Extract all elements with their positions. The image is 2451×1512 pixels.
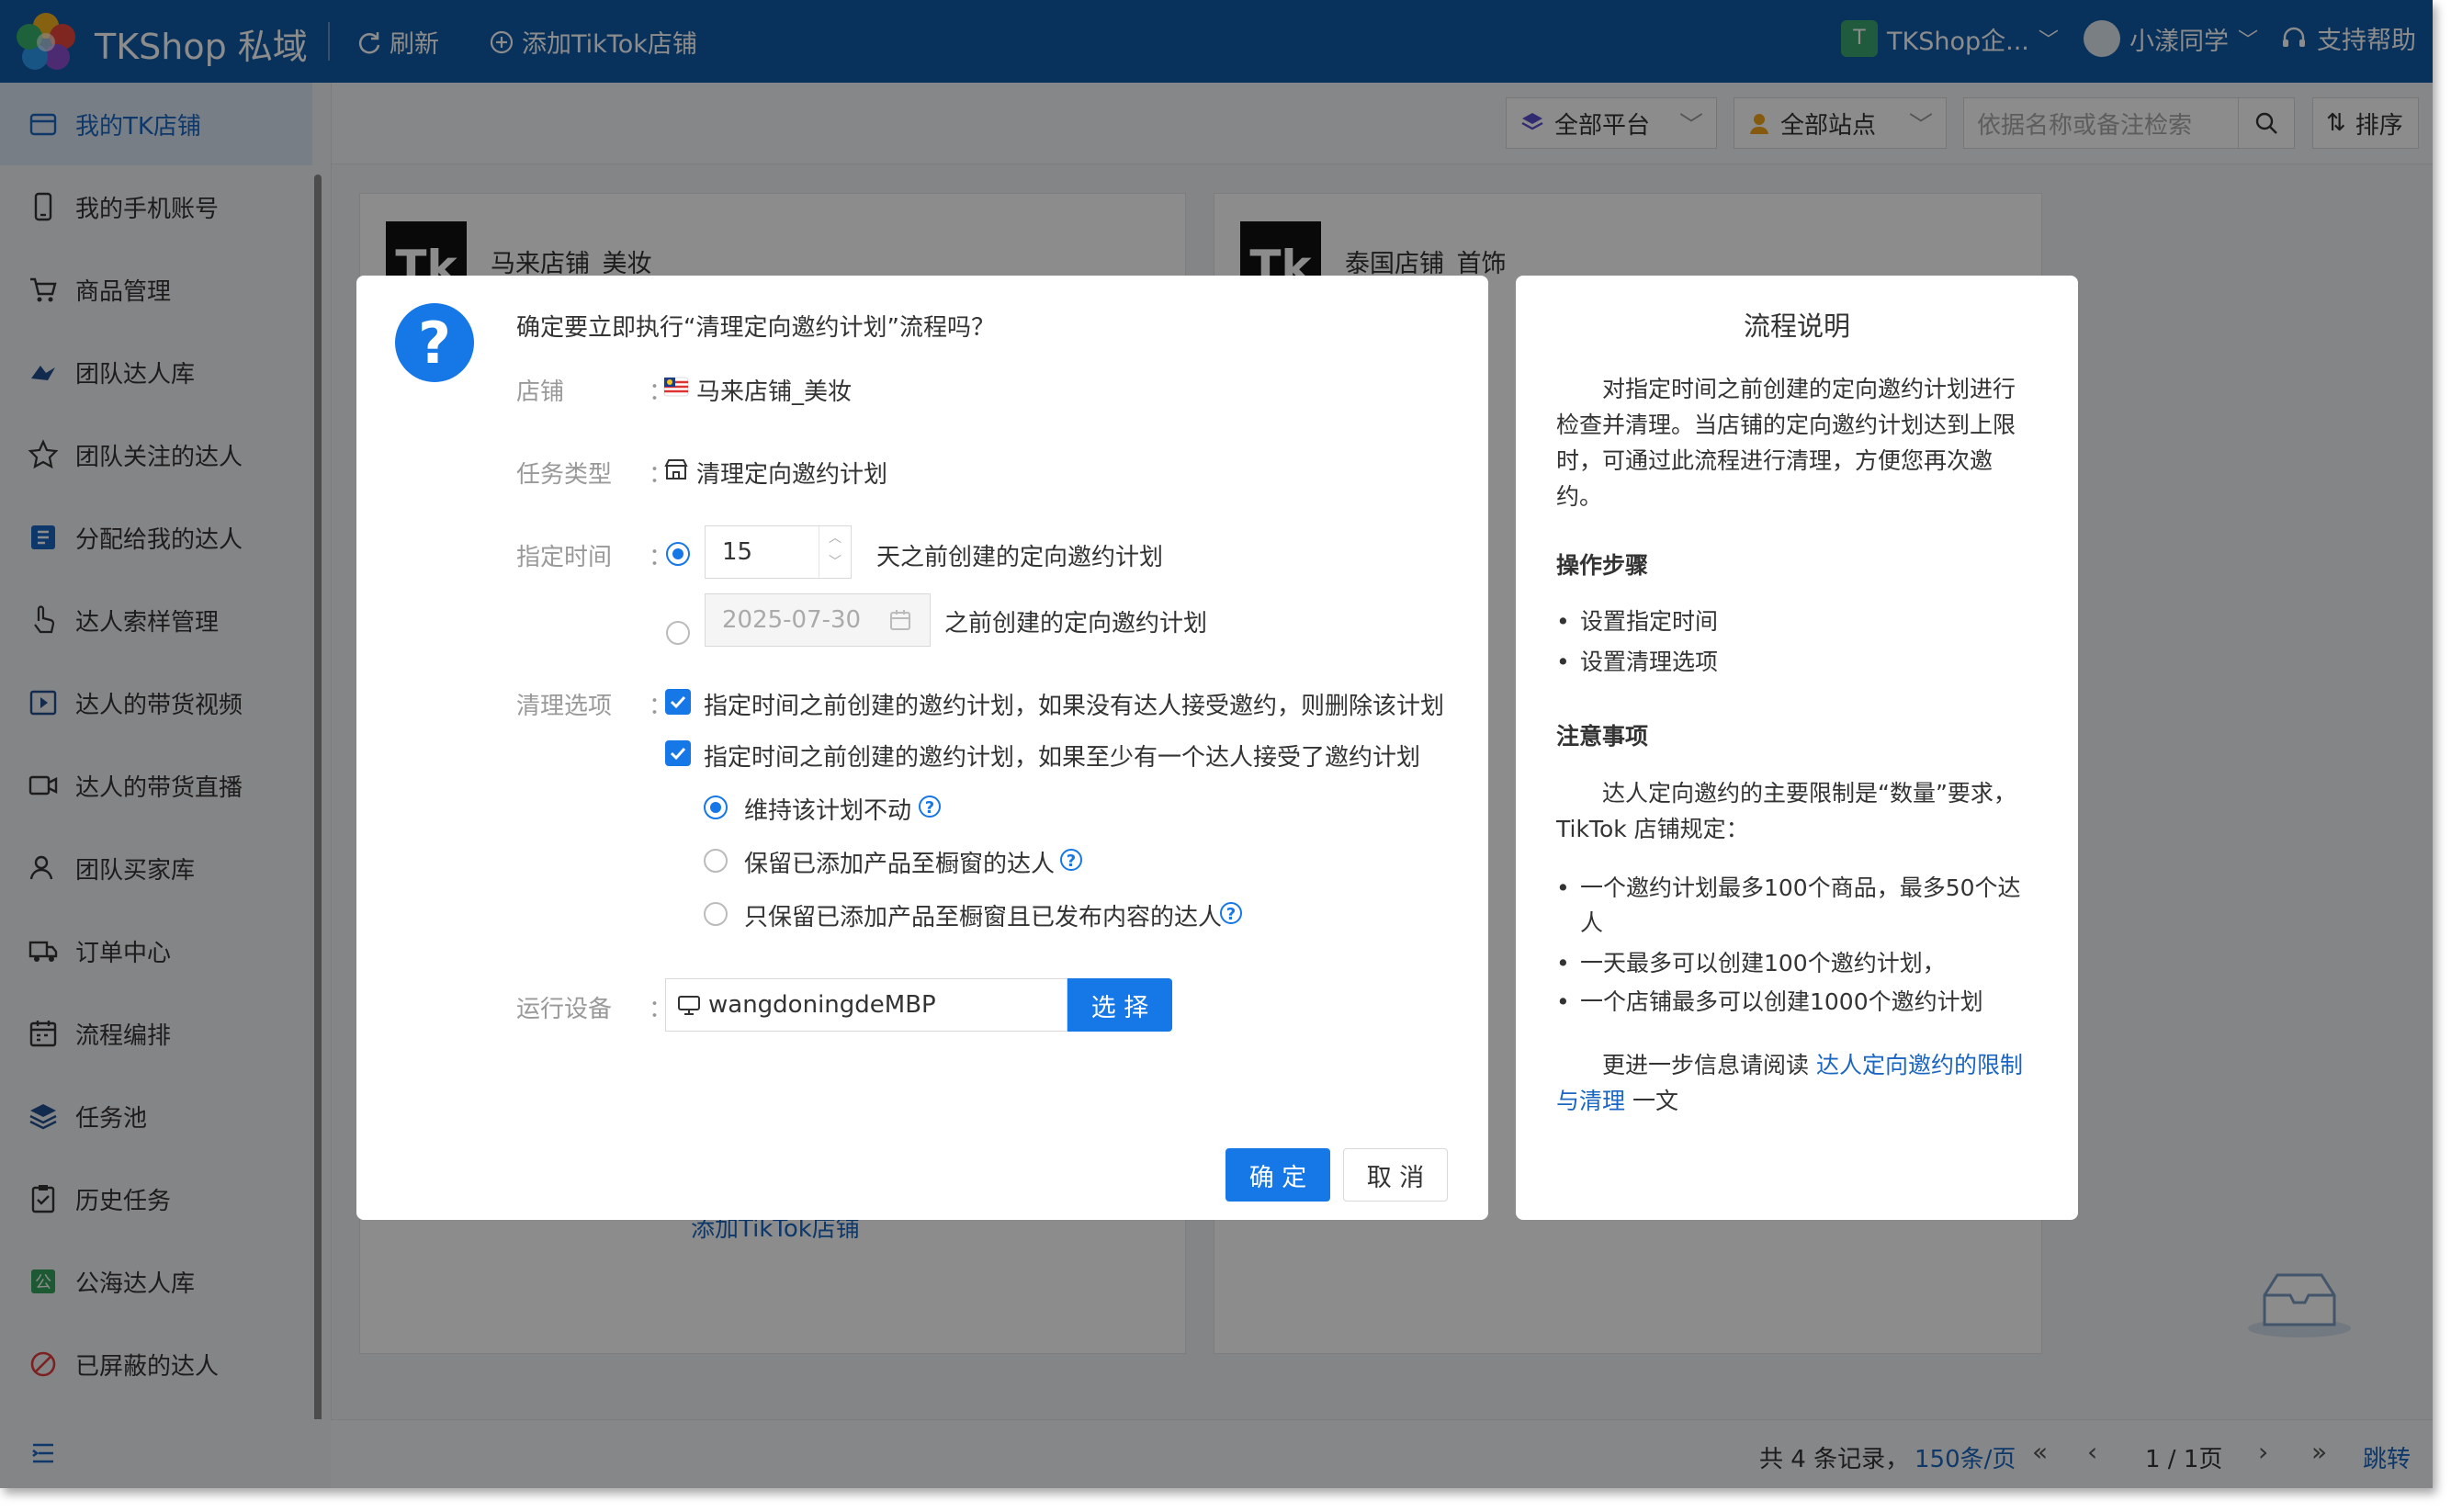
- checkmark-icon: [670, 747, 686, 761]
- time-label: 指定时间: [516, 544, 613, 571]
- help-icon[interactable]: ?: [1060, 849, 1082, 871]
- calendar-icon: [890, 610, 910, 630]
- checkmark-icon: [670, 695, 686, 709]
- date-value: 2025-07-30: [722, 606, 862, 634]
- date-picker[interactable]: 2025-07-30: [705, 593, 931, 647]
- list-item: 设置清理选项: [1556, 645, 2039, 680]
- days-input[interactable]: 15 ︿ ﹀: [705, 525, 852, 579]
- device-label: 运行设备: [516, 996, 613, 1023]
- cancel-button[interactable]: 取 消: [1343, 1148, 1448, 1202]
- shop-label: 店铺: [516, 378, 565, 406]
- confirm-dialog: ? 确定要立即执行“清理定向邀约计划”流程吗？ 店铺 ： 马来店铺_美妆 任务类…: [356, 276, 1488, 1220]
- device-input[interactable]: wangdoningdeMBP: [665, 978, 1067, 1032]
- option2-label: 指定时间之前创建的邀约计划，如果至少有一个达人接受了邀约计划: [704, 744, 1421, 772]
- radio-keep-published[interactable]: [704, 902, 728, 926]
- clean-options-label: 清理选项: [516, 693, 613, 720]
- more-prefix: 更进一步信息请阅读: [1602, 1052, 1816, 1078]
- radio-date-before[interactable]: [666, 621, 690, 645]
- more-info: 更进一步信息请阅读 达人定向邀约的限制与清理 一文: [1556, 1047, 2034, 1119]
- process-description-panel: 流程说明 对指定时间之前创建的定向邀约计划进行检查并清理。当店铺的定向邀约计划达…: [1516, 276, 2078, 1220]
- sub2-label: 保留已添加产品至橱窗的达人: [744, 851, 1056, 878]
- flag-icon: [663, 377, 689, 397]
- store-icon: [664, 459, 688, 480]
- app-window: TKShop 私域 刷新 添加TikTok店铺 T TKShop企... ﹀ 小…: [0, 0, 2433, 1488]
- radio-keep-showcase[interactable]: [704, 849, 728, 873]
- radio-keep-plan[interactable]: [704, 795, 728, 819]
- list-item: 一个邀约计划最多100个商品，最多50个达人: [1556, 871, 2039, 941]
- task-type-label: 任务类型: [516, 461, 613, 489]
- confirm-button[interactable]: 确 定: [1226, 1148, 1330, 1202]
- option1-label: 指定时间之前创建的邀约计划，如果没有达人接受邀约，则删除该计划: [704, 693, 1445, 720]
- number-stepper[interactable]: ︿ ﹀: [819, 526, 851, 578]
- monitor-icon: [678, 996, 700, 1015]
- shop-value: 马来店铺_美妆: [696, 378, 853, 406]
- list-item: 一个店铺最多可以创建1000个邀约计划: [1556, 985, 2039, 1020]
- notes-intro: 达人定向邀约的主要限制是“数量”要求，TikTok 店铺规定：: [1556, 780, 2016, 842]
- help-icon[interactable]: ?: [919, 795, 941, 818]
- more-suffix: 一文: [1625, 1088, 1678, 1114]
- task-type-value: 清理定向邀约计划: [696, 461, 888, 489]
- list-item: 设置指定时间: [1556, 604, 2039, 639]
- sub3-label: 只保留已添加产品至橱窗且已发布内容的达人: [744, 904, 1223, 931]
- sub1-label: 维持该计划不动: [744, 797, 912, 825]
- help-icon[interactable]: ?: [1220, 902, 1242, 924]
- steps-title: 操作步骤: [1556, 552, 1649, 579]
- option2-checkbox[interactable]: [665, 740, 691, 766]
- option1-checkbox[interactable]: [665, 689, 691, 715]
- days-suffix: 天之前创建的定向邀约计划: [876, 544, 1164, 571]
- panel-intro: 对指定时间之前创建的定向邀约计划进行检查并清理。当店铺的定向邀约计划达到上限时，…: [1556, 376, 2016, 510]
- radio-days-before[interactable]: [666, 542, 690, 566]
- list-item: 一天最多可以创建100个邀约计划，: [1556, 946, 2039, 981]
- panel-title: 流程说明: [1743, 310, 1850, 342]
- select-device-button[interactable]: 选 择: [1067, 978, 1172, 1032]
- question-icon: ?: [395, 303, 474, 382]
- dialog-title: 确定要立即执行“清理定向邀约计划”流程吗？: [516, 314, 995, 342]
- notes-title: 注意事项: [1556, 723, 1649, 750]
- device-value: wangdoningdeMBP: [708, 991, 936, 1019]
- date-suffix: 之前创建的定向邀约计划: [944, 610, 1208, 638]
- days-value: 15: [722, 538, 753, 566]
